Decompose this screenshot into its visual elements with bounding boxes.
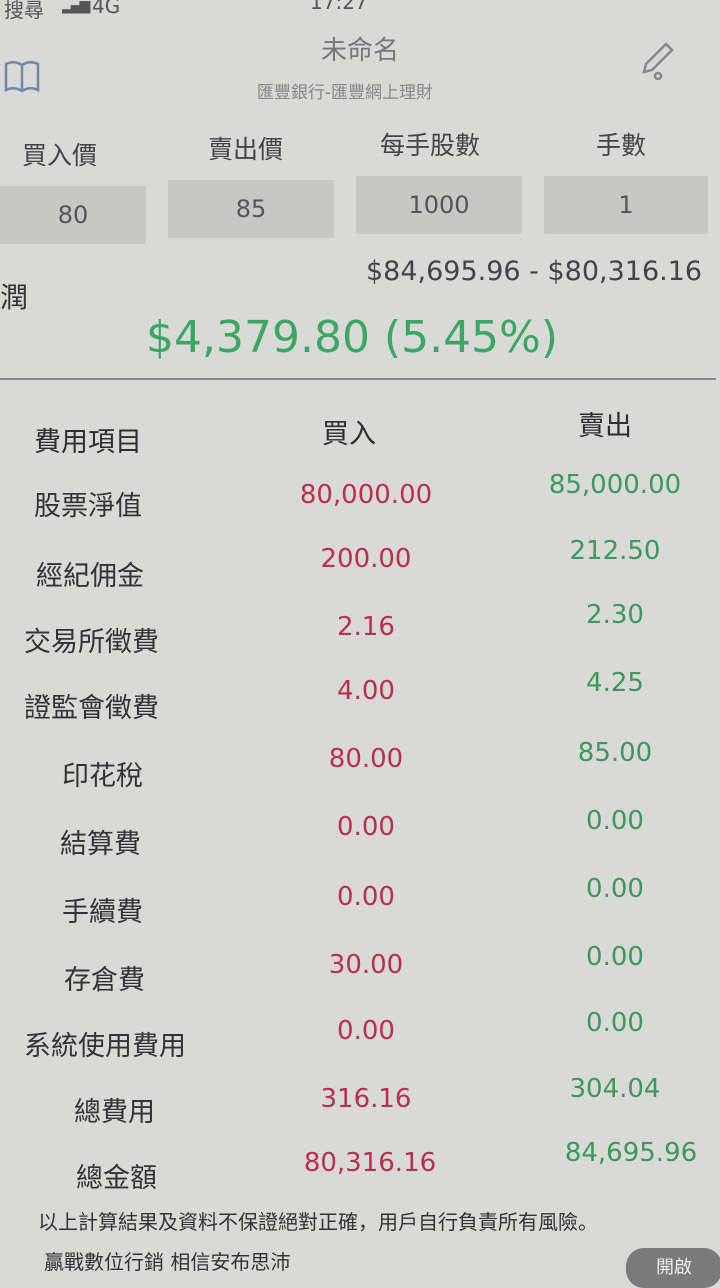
network-label: 4G <box>92 0 121 18</box>
buy-price-input[interactable]: 80 <box>0 186 146 244</box>
sell-price-field: 賣出價 85 <box>168 130 334 238</box>
row-name: 手續費 <box>62 897 143 928</box>
row-name: 總費用 <box>74 1097 155 1128</box>
page-title: 未命名 <box>320 36 399 66</box>
row-buy: 0.00 <box>337 882 395 912</box>
row-buy: 200.00 <box>320 544 412 574</box>
shares-per-lot-label: 每手股數 <box>380 131 481 160</box>
buy-price-field: 買入價 80 <box>0 136 146 244</box>
table-row: 手續費 0.00 0.00 <box>0 874 720 950</box>
input-fields: 買入價 80 賣出價 85 每手股數 1000 手數 1 <box>0 126 720 246</box>
ad-banner-text[interactable]: 贏戰數位行銷 相信安布思沛 <box>44 1246 290 1275</box>
row-name: 印花稅 <box>62 761 143 792</box>
table-row: 經紀佣金 200.00 212.50 <box>0 536 720 608</box>
row-name: 證監會徵費 <box>24 693 159 724</box>
table-row: 交易所徵費 2.16 2.30 <box>0 600 720 674</box>
table-row: 股票淨值 80,000.00 85,000.00 <box>0 470 720 540</box>
row-sell: 0.00 <box>586 1008 644 1038</box>
nav-header: 未命名 匯豐銀行-匯豐網上理財 <box>0 26 720 116</box>
row-sell: 212.50 <box>569 536 661 566</box>
header-buy: 買入 <box>322 419 376 450</box>
profit-range: $84,695.96 - $80,316.16 <box>366 256 703 287</box>
row-name: 總金額 <box>76 1163 157 1194</box>
row-buy: 30.00 <box>328 950 404 980</box>
profit-label: 潤 <box>0 281 29 314</box>
lots-label: 手數 <box>596 131 647 160</box>
row-sell: 84,695.96 <box>564 1138 698 1168</box>
carrier-label: 搜尋 <box>4 0 44 22</box>
row-buy: 0.00 <box>337 1016 395 1046</box>
header-item: 費用項目 <box>34 427 142 458</box>
table-row: 印花稅 80.00 85.00 <box>0 738 720 812</box>
row-name: 結算費 <box>60 829 141 860</box>
row-name: 存倉費 <box>64 965 145 996</box>
row-sell: 2.30 <box>586 600 644 630</box>
divider <box>0 378 716 380</box>
row-sell: 0.00 <box>586 806 644 836</box>
shares-per-lot-field: 每手股數 1000 <box>356 126 522 234</box>
row-name: 系統使用費用 <box>24 1031 186 1062</box>
table-row: 結算費 0.00 0.00 <box>0 806 720 880</box>
row-name: 股票淨值 <box>34 491 142 522</box>
row-sell: 304.04 <box>569 1074 661 1104</box>
shares-per-lot-input[interactable]: 1000 <box>356 176 522 234</box>
signal-bars-icon: ▂▄▆ <box>62 0 90 14</box>
open-button[interactable]: 開啟 <box>626 1248 720 1288</box>
status-bar: 搜尋 ▂▄▆ 4G 17:27 <box>0 0 720 26</box>
row-sell: 4.25 <box>586 668 644 698</box>
row-buy: 80,316.16 <box>303 1148 437 1178</box>
pen-icon[interactable] <box>640 34 676 81</box>
row-sell: 0.00 <box>586 942 644 972</box>
row-name: 交易所徵費 <box>24 627 159 658</box>
profit-value: $4,379.80 (5.45%) <box>146 312 559 363</box>
page-subtitle: 匯豐銀行-匯豐網上理財 <box>256 83 434 103</box>
row-sell: 85,000.00 <box>548 470 682 500</box>
clock: 17:27 <box>310 0 368 14</box>
table-row: 證監會徵費 4.00 4.25 <box>0 668 720 742</box>
lots-input[interactable]: 1 <box>544 176 708 234</box>
row-buy: 0.00 <box>337 812 395 842</box>
sell-price-label: 賣出價 <box>208 135 284 164</box>
disclaimer-text: 以上計算結果及資料不保證絕對正確，用戶自行負責所有風險。 <box>38 1210 598 1234</box>
row-buy: 2.16 <box>337 612 395 642</box>
buy-price-label: 買入價 <box>22 141 98 170</box>
row-sell: 85.00 <box>577 738 653 768</box>
row-sell: 0.00 <box>586 874 644 904</box>
lots-field: 手數 1 <box>544 126 708 234</box>
row-buy: 80,000.00 <box>299 480 433 510</box>
row-name: 經紀佣金 <box>36 561 144 592</box>
sell-price-input[interactable]: 85 <box>168 180 334 238</box>
row-buy: 4.00 <box>337 676 395 706</box>
row-buy: 80.00 <box>328 744 404 774</box>
row-buy: 316.16 <box>320 1084 412 1114</box>
header-sell: 賣出 <box>578 411 632 442</box>
